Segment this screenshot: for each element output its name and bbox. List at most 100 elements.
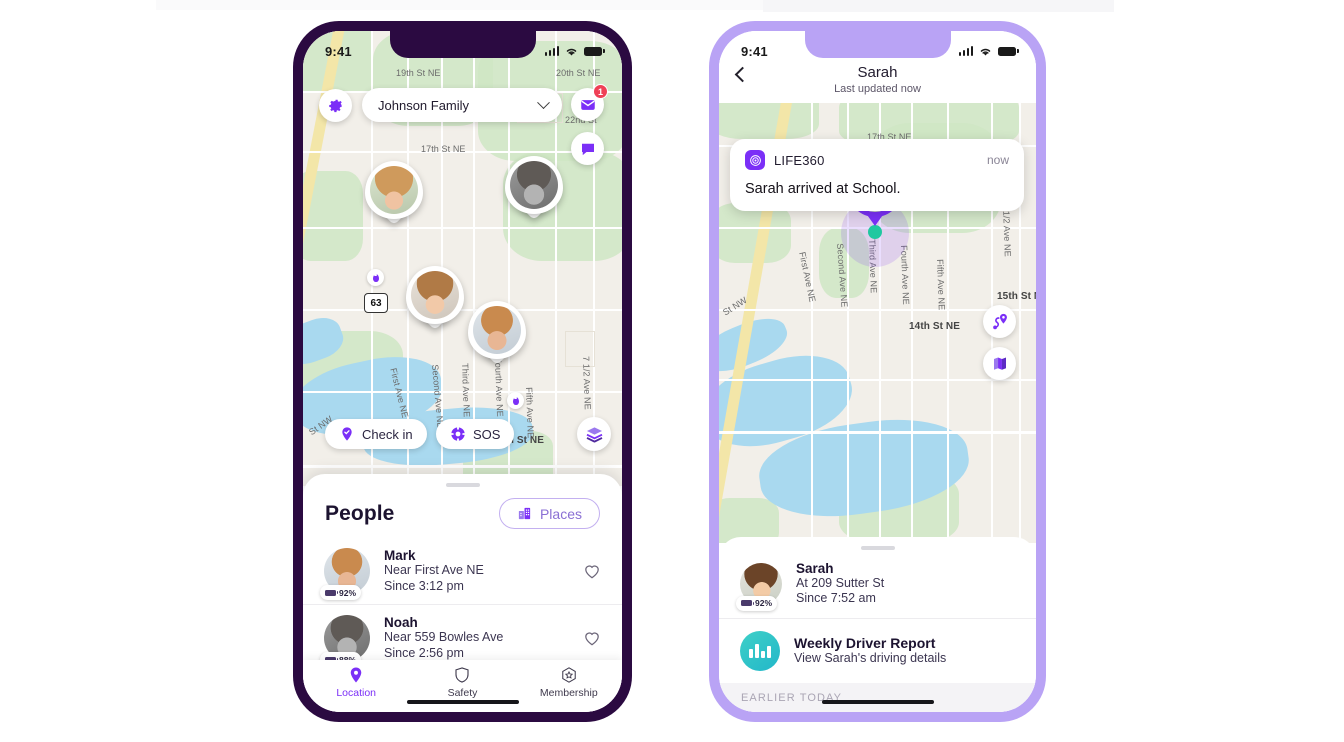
phone-left-screen: 63 63 19th St NE 20th St NE 22nd St 17th… bbox=[303, 31, 622, 712]
map-road bbox=[303, 465, 622, 468]
life360-glyph-icon bbox=[749, 154, 761, 166]
sos-label: SOS bbox=[473, 426, 501, 442]
bar-chart-icon bbox=[740, 630, 780, 671]
place-pin-icon[interactable] bbox=[367, 269, 384, 286]
person-name: Noah bbox=[384, 615, 418, 631]
heart-icon[interactable] bbox=[582, 628, 602, 648]
tab-membership[interactable]: Membership bbox=[516, 666, 622, 699]
notification-brand: LIFE360 bbox=[745, 150, 825, 170]
gear-icon bbox=[329, 99, 343, 113]
map-style-button[interactable] bbox=[983, 347, 1016, 380]
map-park bbox=[719, 103, 819, 139]
person-place: At 209 Sutter St bbox=[796, 576, 885, 590]
map-road bbox=[303, 227, 622, 229]
map-marker-mark[interactable] bbox=[468, 301, 526, 367]
section-label: EARLIER TODAY bbox=[719, 682, 1036, 712]
avatar: 88% bbox=[320, 615, 370, 667]
settings-button[interactable] bbox=[319, 89, 352, 122]
person-row[interactable]: 92% Sarah At 209 Sutter St Since 7:52 am bbox=[719, 550, 1036, 618]
buildings-icon bbox=[518, 507, 531, 520]
location-dot bbox=[868, 225, 882, 239]
page-title: People bbox=[325, 501, 395, 525]
route-pin-icon bbox=[993, 313, 1007, 330]
home-indicator[interactable] bbox=[821, 699, 934, 704]
map-marker-emma[interactable] bbox=[365, 161, 423, 227]
wifi-icon bbox=[980, 48, 991, 56]
person-name: Sarah bbox=[796, 561, 834, 576]
notification-banner[interactable]: LIFE360 now Sarah arrived at School. bbox=[730, 139, 1024, 211]
chevron-down-icon bbox=[537, 95, 550, 109]
person-place: Near 559 Bowles Ave bbox=[384, 630, 504, 645]
check-in-button[interactable]: Check in bbox=[325, 419, 427, 449]
page-subtitle: Last updated now bbox=[834, 82, 921, 95]
directions-button[interactable] bbox=[983, 305, 1016, 338]
check-in-label: Check in bbox=[362, 426, 413, 442]
home-indicator[interactable] bbox=[406, 699, 519, 704]
avatar: 92% bbox=[736, 562, 782, 611]
detail-header: Sarah Last updated now bbox=[719, 57, 1036, 103]
circle-selector[interactable]: Johnson Family bbox=[362, 88, 562, 122]
map-layers-icon bbox=[586, 426, 602, 443]
tab-label: Location bbox=[336, 687, 377, 699]
place-pin-icon[interactable] bbox=[507, 392, 524, 409]
chat-bubble-icon bbox=[581, 143, 594, 155]
shield-icon bbox=[455, 667, 470, 683]
places-button[interactable]: Places bbox=[498, 498, 600, 529]
phone-right-device: 63 17th St NE 14th St NE 15th St NE 22nd… bbox=[709, 21, 1046, 722]
person-since: Since 2:56 pm bbox=[384, 645, 464, 660]
tab-label: Safety bbox=[447, 687, 478, 699]
battery-icon bbox=[325, 589, 338, 596]
messages-badge: 1 bbox=[593, 84, 608, 99]
person-place: Near First Ave NE bbox=[384, 563, 484, 578]
map-marker-noah[interactable] bbox=[505, 156, 563, 222]
battery-icon bbox=[584, 46, 605, 56]
shield-check-pin-icon bbox=[342, 427, 352, 441]
battery-icon bbox=[741, 600, 754, 607]
avatar bbox=[411, 271, 459, 319]
map-road bbox=[719, 431, 1036, 434]
sos-button[interactable]: SOS bbox=[436, 419, 515, 449]
list-item-info: Mark Near First Ave NE Since 3:12 pm bbox=[384, 548, 568, 594]
cellular-bars-icon bbox=[958, 46, 973, 56]
map-label-third-ave: Third Ave NE bbox=[460, 363, 472, 418]
map-label-seven-half-ave: 7 1/2 Ave NE bbox=[1001, 203, 1013, 257]
highway-shield-63: 63 bbox=[364, 293, 388, 313]
avatar bbox=[510, 161, 558, 209]
map-label-19th: 19th St NE bbox=[396, 68, 441, 78]
map-label-20th: 20th St NE bbox=[556, 68, 601, 78]
header-titles: Sarah Last updated now bbox=[834, 65, 921, 95]
battery-badge: 92% bbox=[320, 585, 362, 600]
person-info: Sarah At 209 Sutter St Since 7:52 am bbox=[796, 561, 1016, 607]
chat-button[interactable] bbox=[571, 132, 604, 165]
messages-button[interactable]: 1 bbox=[571, 84, 608, 121]
location-pin-icon bbox=[350, 667, 362, 683]
driver-report-subtitle: View Sarah's driving details bbox=[794, 650, 947, 665]
map-label-fifth-ave: Fifth Ave NE bbox=[935, 259, 947, 311]
battery-level: 92% bbox=[755, 598, 773, 609]
background-band-right bbox=[763, 0, 1114, 12]
phone-left-device: 63 63 19th St NE 20th St NE 22nd St 17th… bbox=[293, 21, 632, 722]
driver-report-row[interactable]: Weekly Driver Report View Sarah's drivin… bbox=[719, 617, 1036, 683]
tab-safety[interactable]: Safety bbox=[409, 666, 515, 699]
avatar bbox=[370, 166, 418, 214]
list-item-info: Noah Near 559 Bowles Ave Since 2:56 pm bbox=[384, 615, 568, 661]
person-since: Since 3:12 pm bbox=[384, 578, 464, 593]
life360-app-icon bbox=[745, 150, 765, 170]
notification-time: now bbox=[986, 153, 1009, 167]
tab-location[interactable]: Location bbox=[303, 666, 409, 699]
map-marker-sarah[interactable] bbox=[406, 266, 464, 332]
battery-icon bbox=[998, 46, 1019, 56]
notification-header: LIFE360 now bbox=[745, 150, 1009, 170]
map-layers-button[interactable] bbox=[577, 417, 611, 451]
places-label: Places bbox=[539, 505, 582, 522]
circle-name: Johnson Family bbox=[378, 97, 470, 113]
map-book-icon bbox=[993, 357, 1006, 370]
notification-app-name: LIFE360 bbox=[774, 152, 825, 168]
notification-body: Sarah arrived at School. bbox=[745, 181, 901, 197]
map-label-fifth-ave: Fifth Ave NE bbox=[524, 387, 536, 439]
list-item[interactable]: 92% Mark Near First Ave NE Since 3:12 pm bbox=[303, 538, 622, 604]
next-list-item[interactable]: Emi Drive bbox=[719, 712, 1036, 713]
heart-icon[interactable] bbox=[582, 561, 602, 581]
device-notch bbox=[804, 31, 951, 58]
chevron-left-icon[interactable] bbox=[734, 66, 751, 83]
